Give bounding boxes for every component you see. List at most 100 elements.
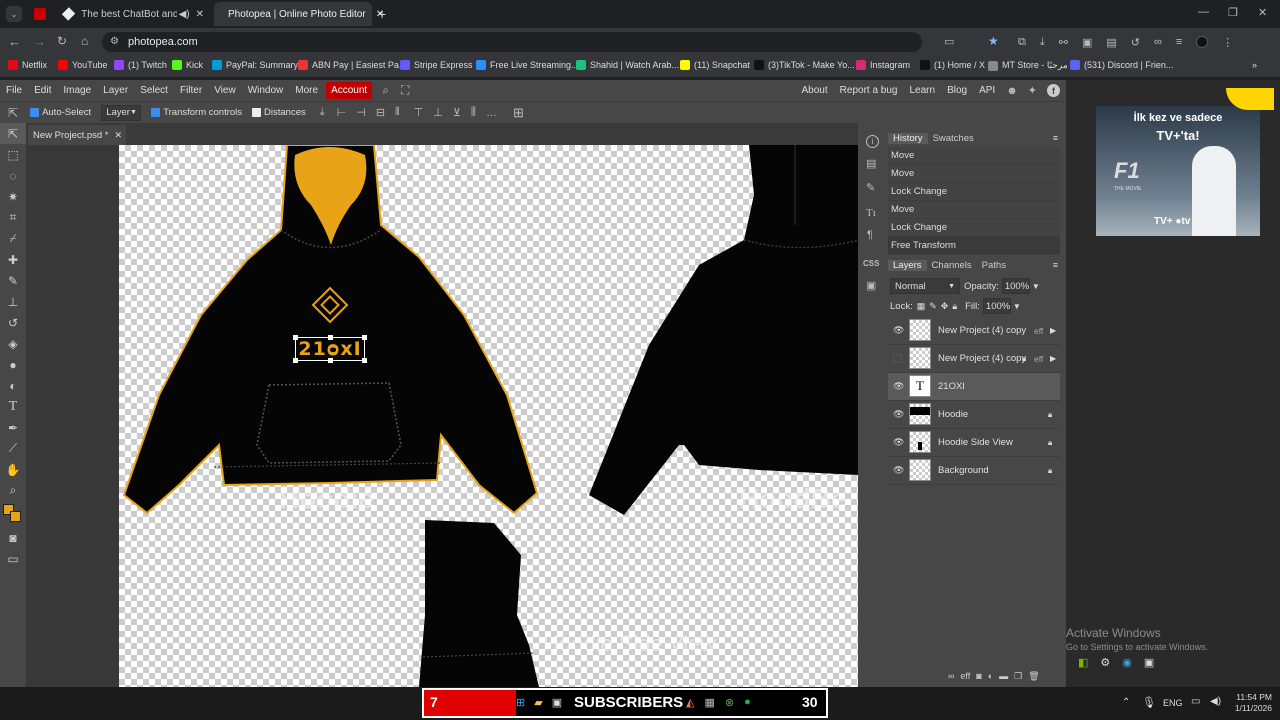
css-icon[interactable]: CSS [863, 259, 879, 268]
menu-view[interactable]: View [208, 85, 242, 96]
address-bar[interactable]: ⚙ photopea.com ▭ ★ [102, 32, 999, 52]
effects-icon[interactable]: eff [960, 671, 970, 685]
delete-layer-icon[interactable]: 🗑︎ [1028, 671, 1039, 685]
app-icon[interactable]: ◭ [686, 696, 694, 709]
network-icon[interactable]: ▭ [1191, 696, 1200, 707]
lock-all-icon[interactable]: 🔒︎ [952, 301, 957, 312]
layer-row[interactable]: New Project (4) copy 🔒︎ eff ▶ [888, 345, 1060, 373]
menu-window[interactable]: Window [242, 85, 290, 96]
more-align-icon[interactable]: … [486, 107, 497, 119]
download-icon[interactable]: ⤓ [1040, 36, 1045, 49]
tab-layers[interactable]: Layers [888, 259, 927, 271]
bookmark-item[interactable]: Netflix [8, 60, 47, 70]
magic-wand-tool[interactable]: ✷ [0, 186, 26, 207]
download-align-icon[interactable]: ⤓ [320, 106, 325, 119]
document-canvas[interactable]: 21ᴑxI Hoodie HoodBe Hoodie Side View [119, 145, 858, 687]
home-icon[interactable]: ⌂ [81, 34, 88, 48]
account-button[interactable]: Account [326, 82, 373, 99]
history-item[interactable]: Move [888, 201, 1060, 219]
align-left-icon[interactable]: ⊢ [337, 106, 347, 119]
tab-channels[interactable]: Channels [927, 260, 977, 271]
bookmark-item[interactable]: (531) Discord | Frien... [1070, 60, 1173, 70]
blur-tool[interactable]: ● [0, 354, 26, 375]
history-item[interactable]: Lock Change [888, 219, 1060, 237]
brush-settings-icon[interactable]: ✎ [866, 181, 875, 194]
eyedropper-tool[interactable]: ⌿ [0, 228, 26, 249]
file-explorer-icon[interactable]: ▰ [534, 696, 542, 709]
dodge-tool[interactable]: ◐ [0, 375, 26, 396]
nvidia-icon[interactable]: ◧ [1078, 656, 1088, 669]
edge-icon[interactable]: ◉ [1122, 656, 1132, 669]
menu-edit[interactable]: Edit [28, 85, 57, 96]
expand-effects-icon[interactable]: ▶ [1050, 354, 1056, 363]
minimize-icon[interactable]: — [1198, 6, 1209, 18]
fill-dropdown-icon[interactable]: ▼ [1013, 302, 1021, 311]
layer-effects-badge[interactable]: eff [1034, 326, 1043, 336]
tab-history[interactable]: History [888, 132, 928, 144]
canvas-area[interactable]: 21ᴑxI Hoodie HoodBe Hoodie Side View [26, 145, 858, 687]
info-icon[interactable]: i [866, 135, 879, 148]
transform-handle[interactable] [362, 335, 367, 340]
reading-list-icon[interactable]: ≡ [1176, 36, 1182, 48]
menu-image[interactable]: Image [57, 85, 97, 96]
zoom-tool[interactable]: ⌕ [0, 480, 26, 501]
tab-chatbot[interactable]: The best ChatBot and Widg ◀) ✕ [56, 2, 212, 26]
new-layer-icon[interactable]: ❐ [1014, 671, 1022, 685]
xbox-icon[interactable]: ⊗ [725, 696, 734, 709]
close-window-icon[interactable]: ✕ [1258, 6, 1267, 19]
site-info-icon[interactable]: ⚙ [110, 36, 119, 47]
bookmark-item[interactable]: MT Store - مرحبًا [988, 60, 1068, 71]
bookmark-item[interactable]: (1) Home / X [920, 60, 985, 70]
transform-handle[interactable] [362, 358, 367, 363]
panel-menu-icon[interactable]: ≡ [1053, 133, 1058, 143]
close-icon[interactable]: ✕ [114, 130, 122, 141]
tab-photopea[interactable]: Photopea | Online Photo Editor ✕ [214, 2, 384, 26]
tab-paths[interactable]: Paths [977, 260, 1011, 271]
paragraph-icon[interactable]: ¶ [867, 229, 873, 241]
align-top-icon[interactable]: ⊤ [414, 106, 424, 119]
twitter-icon[interactable]: ✦ [1028, 84, 1037, 97]
lasso-tool[interactable]: ◌ [0, 165, 26, 186]
adjustment-layer-icon[interactable]: ◐ [988, 671, 993, 685]
layer-effects-badge[interactable]: eff [1034, 354, 1043, 364]
history-item[interactable]: Lock Change [888, 183, 1060, 201]
reddit-icon[interactable]: ☻ [1006, 85, 1018, 97]
visibility-eye-icon[interactable]: 👁︎ [893, 381, 904, 392]
forward-icon[interactable]: → [33, 34, 46, 49]
chevron-up-icon[interactable]: ⌃ [1122, 697, 1130, 708]
brush-tool[interactable]: ✎ [0, 270, 26, 291]
layer-row[interactable]: 👁︎ New Project (4) copy eff ▶ [888, 317, 1060, 345]
transform-handle[interactable] [293, 335, 298, 340]
volume-icon[interactable]: ◀) [1210, 696, 1221, 707]
language-indicator[interactable]: ENG [1163, 698, 1183, 708]
visibility-eye-icon[interactable]: 👁︎ [893, 325, 904, 336]
bookmark-item[interactable]: (3)TikTok - Make Yo... [754, 60, 855, 70]
character-icon[interactable]: Tı [866, 207, 876, 219]
history-item-current[interactable]: Free Transform [888, 237, 1060, 255]
type-tool[interactable]: T [0, 396, 26, 417]
menu-api[interactable]: API [973, 85, 1001, 96]
link-layers-icon[interactable]: ∞ [948, 671, 954, 685]
tray-app-icon[interactable]: ⚙ [1100, 656, 1110, 669]
visibility-eye-icon[interactable]: 👁︎ [893, 437, 904, 448]
layer-row[interactable]: 👁︎ Background 🔒︎ [888, 457, 1060, 485]
pinned-tab-icon[interactable] [34, 8, 46, 20]
menu-select[interactable]: Select [134, 85, 174, 96]
tab-swatches[interactable]: Swatches [928, 133, 979, 144]
move-tool[interactable]: ⇱ [0, 123, 26, 144]
wallet-icon[interactable]: ▤ [1106, 36, 1116, 49]
menu-learn[interactable]: Learn [903, 85, 941, 96]
bookmark-item[interactable]: (11) Snapchat [680, 60, 750, 70]
menu-filter[interactable]: Filter [174, 85, 208, 96]
hand-tool[interactable]: ✋ [0, 459, 26, 480]
lock-transparency-icon[interactable]: ▦ [917, 301, 926, 312]
history-item[interactable]: Move [888, 165, 1060, 183]
pen-tool[interactable]: ✒ [0, 417, 26, 438]
layer-row[interactable]: 👁︎ Hoodie Side View 🔒︎ [888, 429, 1060, 457]
distances-checkbox[interactable] [252, 108, 262, 117]
align-center-icon[interactable]: ⊣ [356, 106, 366, 119]
selected-text-layer[interactable]: 21ᴑxI [293, 335, 367, 363]
opacity-dropdown-icon[interactable]: ▼ [1032, 282, 1040, 291]
history-icon[interactable]: ↺ [1131, 36, 1140, 49]
reload-icon[interactable]: ↻ [57, 34, 67, 48]
